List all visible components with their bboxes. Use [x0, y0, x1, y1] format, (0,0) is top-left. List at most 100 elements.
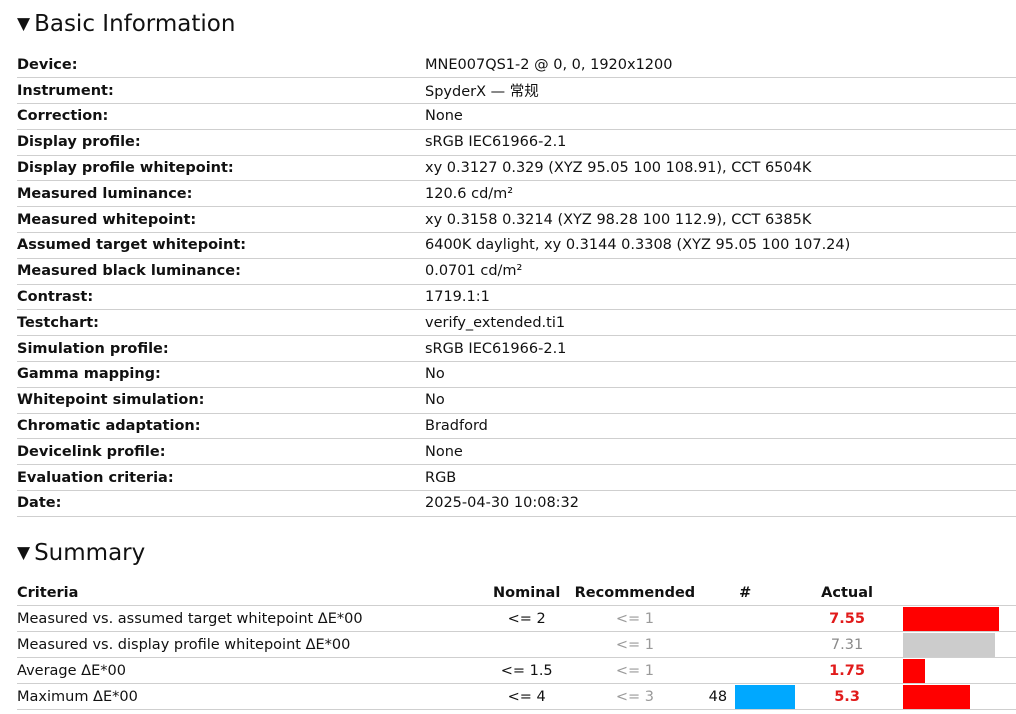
summary-row: Maximum ΔE*00 <= 4 <= 3 48 5.3 — [17, 683, 1016, 710]
header-recommended: Recommended — [574, 581, 696, 606]
info-value: xy 0.3158 0.3214 (XYZ 98.28 100 112.9), … — [425, 206, 1016, 234]
info-row: Device: MNE007QS1-2 @ 0, 0, 1920x1200 — [17, 52, 1016, 79]
info-value: sRGB IEC61966-2.1 — [425, 335, 1016, 363]
info-row: Measured whitepoint: xy 0.3158 0.3214 (XY… — [17, 206, 1016, 234]
result-bar-cell — [899, 683, 1016, 710]
info-row: Devicelink profile: None — [17, 438, 1016, 466]
info-value: xy 0.3127 0.329 (XYZ 95.05 100 108.91), … — [425, 155, 1016, 182]
info-row: Whitepoint simulation: No — [17, 387, 1016, 414]
result-bar — [903, 658, 925, 683]
info-value: RGB — [425, 464, 1016, 492]
info-label: Simulation profile: — [17, 335, 425, 363]
header-count: # — [695, 581, 796, 606]
header-nominal: Nominal — [478, 581, 575, 606]
actual-cell: 5.3 — [795, 683, 899, 710]
summary-heading[interactable]: ▼ Summary — [17, 540, 145, 566]
info-row: Display profile: sRGB IEC61966-2.1 — [17, 129, 1016, 156]
info-row: Chromatic adaptation: Bradford — [17, 413, 1016, 440]
info-row: Evaluation criteria: RGB — [17, 464, 1016, 492]
nominal-cell — [478, 631, 575, 658]
result-bar — [903, 606, 999, 631]
info-row: Gamma mapping: No — [17, 361, 1016, 388]
count-bar — [735, 684, 796, 709]
result-bar — [903, 632, 995, 657]
info-label: Device: — [17, 52, 425, 79]
info-value: 0.0701 cd/m² — [425, 258, 1016, 285]
header-bar — [899, 581, 1016, 606]
info-label: Devicelink profile: — [17, 438, 425, 466]
info-label: Chromatic adaptation: — [17, 413, 425, 440]
criteria-cell: Measured vs. display profile whitepoint … — [17, 631, 479, 658]
result-bar — [903, 684, 970, 709]
info-value: verify_extended.ti1 — [425, 309, 1016, 337]
recommended-cell: <= 1 — [574, 631, 696, 658]
info-row: Contrast: 1719.1:1 — [17, 284, 1016, 311]
actual-cell: 7.31 — [795, 631, 899, 658]
count-cell — [695, 657, 796, 684]
info-value: 1719.1:1 — [425, 284, 1016, 311]
count-cell — [695, 631, 796, 658]
basic-information-title: Basic Information — [34, 11, 236, 37]
info-label: Date: — [17, 490, 425, 517]
actual-cell: 1.75 — [795, 657, 899, 684]
info-row: Measured luminance: 120.6 cd/m² — [17, 180, 1016, 208]
collapse-triangle-icon: ▼ — [17, 13, 31, 34]
summary-row: Measured vs. display profile whitepoint … — [17, 631, 1016, 658]
criteria-cell: Average ΔE*00 — [17, 657, 479, 684]
info-value: SpyderX — 常规 — [425, 77, 1016, 105]
info-label: Gamma mapping: — [17, 361, 425, 388]
summary-header-row: Criteria Nominal Recommended # Actual — [17, 581, 1016, 606]
info-label: Measured luminance: — [17, 180, 425, 208]
actual-cell: 7.55 — [795, 605, 899, 632]
info-label: Evaluation criteria: — [17, 464, 425, 492]
info-row: Correction: None — [17, 103, 1016, 130]
result-bar-cell — [899, 631, 1016, 658]
count-cell — [695, 605, 796, 632]
nominal-cell: <= 2 — [478, 605, 575, 632]
summary-title: Summary — [34, 540, 146, 566]
header-criteria: Criteria — [17, 581, 479, 606]
info-row: Testchart: verify_extended.ti1 — [17, 309, 1016, 337]
info-value: MNE007QS1-2 @ 0, 0, 1920x1200 — [425, 52, 1016, 79]
info-label: Correction: — [17, 103, 425, 130]
info-row: Display profile whitepoint: xy 0.3127 0.3… — [17, 155, 1016, 182]
info-label: Assumed target whitepoint: — [17, 232, 425, 259]
recommended-cell: <= 1 — [574, 657, 696, 684]
summary-table: Criteria Nominal Recommended # Actual Me… — [17, 581, 1016, 710]
nominal-cell: <= 4 — [478, 683, 575, 710]
collapse-triangle-icon: ▼ — [17, 542, 31, 563]
info-value: 120.6 cd/m² — [425, 180, 1016, 208]
info-value: No — [425, 387, 1016, 414]
info-label: Display profile: — [17, 129, 425, 156]
result-bar-cell — [899, 605, 1016, 632]
info-value: No — [425, 361, 1016, 388]
recommended-cell: <= 1 — [574, 605, 696, 632]
info-row: Simulation profile: sRGB IEC61966-2.1 — [17, 335, 1016, 363]
info-value: None — [425, 438, 1016, 466]
info-value: None — [425, 103, 1016, 130]
header-actual: Actual — [795, 581, 899, 606]
criteria-cell: Maximum ΔE*00 — [17, 683, 479, 710]
info-label: Display profile whitepoint: — [17, 155, 425, 182]
info-label: Testchart: — [17, 309, 425, 337]
info-value: 2025-04-30 10:08:32 — [425, 490, 1016, 517]
count-cell: 48 — [695, 683, 796, 710]
info-label: Whitepoint simulation: — [17, 387, 425, 414]
info-row: Measured black luminance: 0.0701 cd/m² — [17, 258, 1016, 285]
basic-information-table: Device: MNE007QS1-2 @ 0, 0, 1920x1200 Inst… — [17, 52, 1016, 517]
info-row: Date: 2025-04-30 10:08:32 — [17, 490, 1016, 517]
recommended-cell: <= 3 — [574, 683, 696, 710]
info-row: Instrument: SpyderX — 常规 — [17, 77, 1016, 105]
criteria-cell: Measured vs. assumed target whitepoint Δ… — [17, 605, 479, 632]
info-value: sRGB IEC61966-2.1 — [425, 129, 1016, 156]
summary-row: Average ΔE*00 <= 1.5 <= 1 1.75 — [17, 657, 1016, 684]
info-row: Assumed target whitepoint: 6400K daylight… — [17, 232, 1016, 259]
summary-row: Measured vs. assumed target whitepoint Δ… — [17, 605, 1016, 632]
info-label: Measured whitepoint: — [17, 206, 425, 234]
info-value: 6400K daylight, xy 0.3144 0.3308 (XYZ 95… — [425, 232, 1016, 259]
count-value: 48 — [708, 688, 728, 705]
info-label: Instrument: — [17, 77, 425, 105]
info-label: Measured black luminance: — [17, 258, 425, 285]
basic-information-heading[interactable]: ▼ Basic Information — [17, 11, 235, 37]
info-label: Contrast: — [17, 284, 425, 311]
